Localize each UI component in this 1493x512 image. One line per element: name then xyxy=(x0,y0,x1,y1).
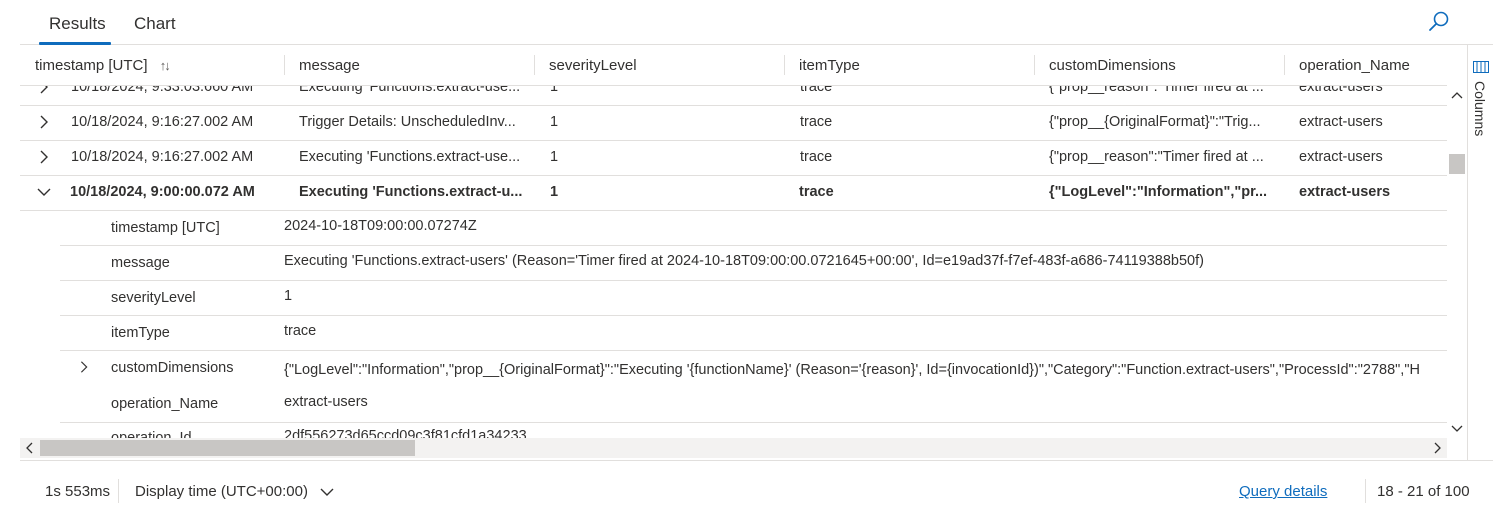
column-header-message[interactable]: message xyxy=(299,57,360,74)
search-icon[interactable] xyxy=(1427,10,1451,34)
cell-severitylevel: 1 xyxy=(550,184,559,200)
detail-row: operation_Id 2df556273d65ccd09c3f81cfd1a… xyxy=(60,422,1447,438)
column-header-customdimensions[interactable]: customDimensions xyxy=(1049,57,1176,74)
table-row-expanded[interactable]: 10/18/2024, 9:00:00.072 AM Executing 'Fu… xyxy=(20,175,1447,211)
column-header-timestamp[interactable]: timestamp [UTC] ↑↓ xyxy=(35,57,171,74)
cell-itemtype: trace xyxy=(799,184,834,200)
cell-itemtype: trace xyxy=(800,114,833,130)
column-header-severitylevel[interactable]: severityLevel xyxy=(549,57,637,74)
column-header-label: timestamp [UTC] xyxy=(35,57,148,74)
cell-itemtype: trace xyxy=(800,149,833,165)
scroll-down-icon[interactable] xyxy=(1451,422,1463,434)
cell-operation-name: extract-users xyxy=(1299,149,1383,165)
chevron-right-icon[interactable] xyxy=(77,360,91,374)
results-grid: timestamp [UTC] ↑↓ message severityLevel… xyxy=(20,45,1447,438)
column-separator[interactable] xyxy=(534,55,535,75)
cell-operation-name: extract-users xyxy=(1299,184,1391,200)
cell-message: Executing 'Functions.extract-u... xyxy=(299,184,523,200)
query-duration: 1s 553ms xyxy=(45,483,111,500)
detail-key: timestamp [UTC] xyxy=(111,220,220,236)
chevron-right-icon[interactable] xyxy=(36,149,52,165)
column-separator[interactable] xyxy=(1034,55,1035,75)
results-tabs: Results Chart xyxy=(20,0,1493,45)
cell-message: Executing 'Functions.extract-use... xyxy=(299,149,521,165)
detail-value: trace xyxy=(284,323,317,339)
detail-row: itemType trace xyxy=(60,315,1447,351)
column-separator[interactable] xyxy=(784,55,785,75)
detail-key: message xyxy=(111,255,170,271)
cell-severitylevel: 1 xyxy=(550,114,559,130)
cell-severitylevel: 1 xyxy=(550,149,559,165)
pagination-info: 18 - 21 of 100 xyxy=(1377,483,1470,500)
chevron-down-icon[interactable] xyxy=(320,487,334,497)
grid-header: timestamp [UTC] ↑↓ message severityLevel… xyxy=(20,45,1447,86)
cell-timestamp: 10/18/2024, 9:16:27.002 AM xyxy=(71,149,254,165)
scroll-right-icon[interactable] xyxy=(1431,442,1443,454)
horizontal-scroll-thumb[interactable] xyxy=(40,440,415,456)
columns-label[interactable]: Columns xyxy=(1472,81,1488,136)
detail-key: operation_Id xyxy=(111,430,192,438)
cell-operation-name: extract-users xyxy=(1299,114,1383,130)
detail-key: itemType xyxy=(111,325,170,341)
detail-row: customDimensions {"LogLevel":"Informatio… xyxy=(60,350,1447,387)
results-footer: 1s 553ms Display time (UTC+00:00) Query … xyxy=(20,460,1493,512)
chevron-right-icon[interactable] xyxy=(36,114,52,130)
tab-results[interactable]: Results xyxy=(49,14,106,34)
sort-icon[interactable]: ↑↓ xyxy=(160,58,171,73)
column-header-itemtype[interactable]: itemType xyxy=(799,57,860,74)
detail-row: message Executing 'Functions.extract-use… xyxy=(60,245,1447,281)
column-separator[interactable] xyxy=(1284,55,1285,75)
tab-chart[interactable]: Chart xyxy=(134,14,176,34)
table-row[interactable]: 10/18/2024, 9:16:27.002 AM Executing 'Fu… xyxy=(20,140,1447,176)
cell-message: Trigger Details: UnscheduledInv... xyxy=(299,114,516,130)
detail-key: customDimensions xyxy=(111,360,234,376)
divider xyxy=(1365,479,1366,503)
cell-timestamp: 10/18/2024, 9:00:00.072 AM xyxy=(70,184,255,200)
detail-value: extract-users xyxy=(284,394,368,410)
display-time-label: Display time (UTC+00:00) xyxy=(135,483,308,500)
columns-panel-toggle[interactable]: Columns xyxy=(1467,45,1493,460)
chevron-down-icon[interactable] xyxy=(36,184,52,200)
detail-row: severityLevel 1 xyxy=(60,280,1447,316)
cell-customdimensions: {"prop__reason":"Timer fired at ... xyxy=(1049,149,1264,165)
scroll-up-icon[interactable] xyxy=(1451,90,1463,102)
column-header-operation-name[interactable]: operation_Name xyxy=(1299,57,1410,74)
detail-row: timestamp [UTC] 2024-10-18T09:00:00.0727… xyxy=(60,210,1447,246)
detail-value: 1 xyxy=(284,288,293,304)
detail-row: operation_Name extract-users xyxy=(60,387,1447,423)
detail-key: operation_Name xyxy=(111,396,219,412)
query-details-link[interactable]: Query details xyxy=(1239,483,1327,500)
cell-customdimensions: {"prop__{OriginalFormat}":"Trig... xyxy=(1049,114,1261,130)
vertical-scroll-thumb[interactable] xyxy=(1449,154,1465,174)
cell-timestamp: 10/18/2024, 9:16:27.002 AM xyxy=(71,114,254,130)
detail-value: {"LogLevel":"Information","prop__{Origin… xyxy=(284,362,1420,378)
detail-key: severityLevel xyxy=(111,290,196,306)
cell-customdimensions: {"LogLevel":"Information","pr... xyxy=(1049,184,1268,200)
columns-icon[interactable] xyxy=(1473,61,1489,73)
detail-value: 2df556273d65ccd09c3f81cfd1a34233 xyxy=(284,428,527,438)
display-time-dropdown[interactable]: Display time (UTC+00:00) xyxy=(135,483,334,500)
detail-value: Executing 'Functions.extract-users' (Rea… xyxy=(284,253,1204,269)
scroll-left-icon[interactable] xyxy=(24,442,36,454)
horizontal-scrollbar[interactable] xyxy=(20,438,1447,458)
table-row[interactable]: 10/18/2024, 9:16:27.002 AM Trigger Detai… xyxy=(20,105,1447,141)
column-separator[interactable] xyxy=(284,55,285,75)
detail-value: 2024-10-18T09:00:00.07274Z xyxy=(284,218,477,234)
divider xyxy=(118,479,119,503)
vertical-scrollbar[interactable] xyxy=(1447,86,1467,438)
